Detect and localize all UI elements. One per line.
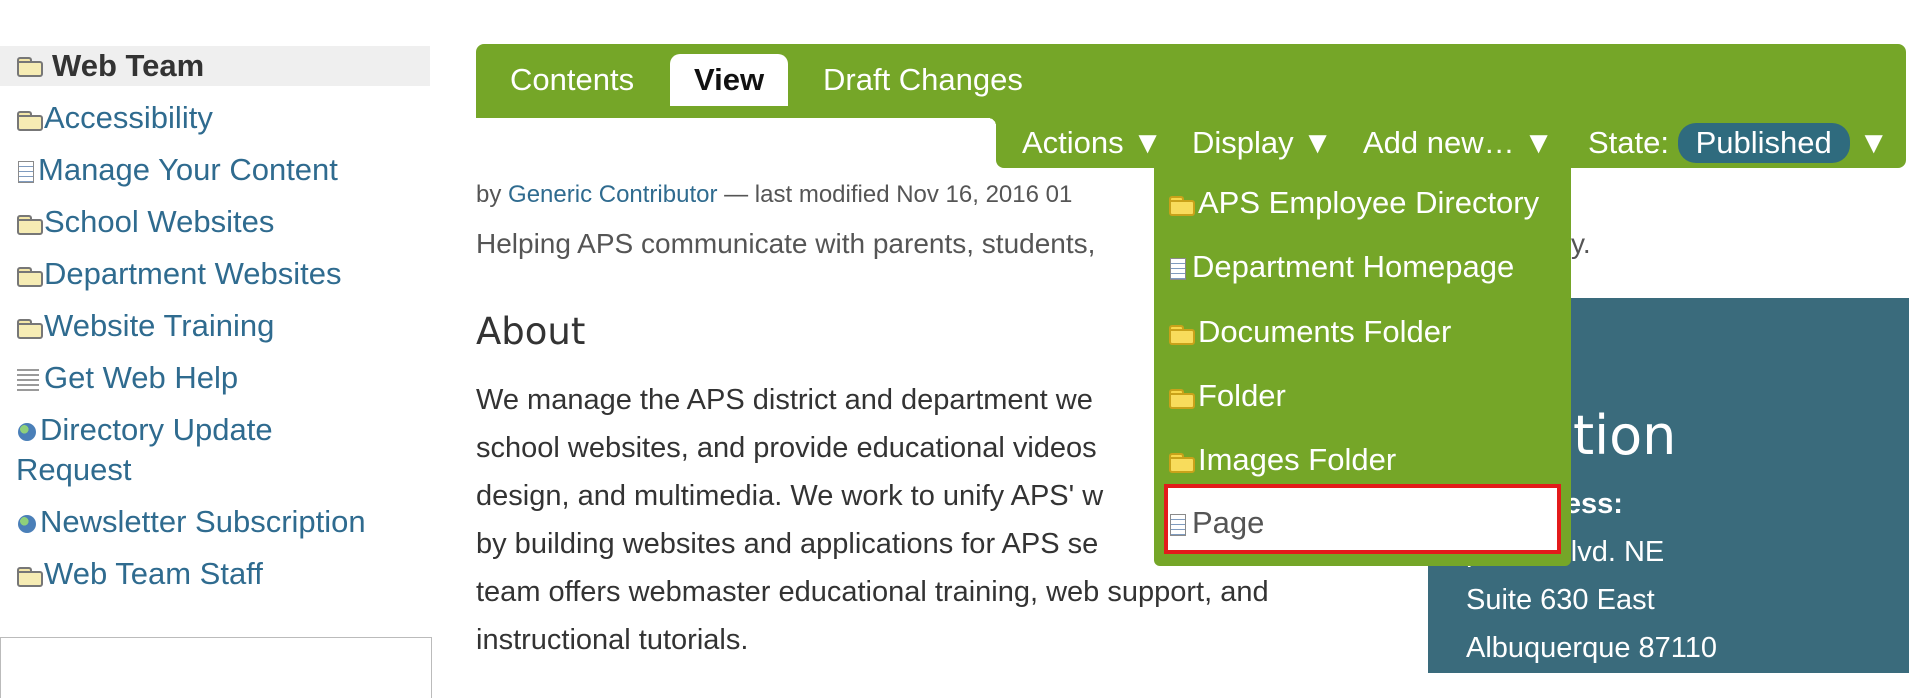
address-line: Suite 630 East <box>1466 584 1655 616</box>
sidebar-item-label[interactable]: Web Team Staff <box>44 556 263 591</box>
sidebar-item-label[interactable]: Newsletter Subscription <box>40 504 366 539</box>
tab-contents[interactable]: Contents <box>486 54 658 106</box>
body-line: instructional tutorials. <box>476 624 749 656</box>
sidebar-item-label[interactable]: Manage Your Content <box>38 152 338 187</box>
body-line: team offers webmaster educational traini… <box>476 576 1269 608</box>
sidebar-item-school-websites[interactable]: School Websites <box>0 202 430 242</box>
page-icon <box>1168 513 1188 537</box>
sidebar-item-label[interactable]: Accessibility <box>44 100 213 135</box>
tab-view[interactable]: View <box>670 54 789 106</box>
page-icon <box>1168 257 1188 281</box>
chevron-down-icon: ▼ <box>1858 125 1890 160</box>
form-icon <box>16 367 42 393</box>
sidebar-item-get-web-help[interactable]: Get Web Help <box>0 358 430 398</box>
sidebar-item-label[interactable]: Website Training <box>44 308 274 343</box>
add-new-dropdown-menu: APS Employee Directory Department Homepa… <box>1154 168 1571 566</box>
author-link[interactable]: Generic Contributor <box>508 181 717 208</box>
folder-icon <box>16 566 43 587</box>
menu-item-department-homepage[interactable]: Department Homepage <box>1168 241 1557 293</box>
sidebar-item-accessibility[interactable]: Accessibility <box>0 98 430 138</box>
menu-item-images-folder[interactable]: Images Folder <box>1168 434 1557 486</box>
sidebar-item-manage-your-content[interactable]: Manage Your Content <box>0 150 430 190</box>
state-menu-button[interactable]: State: Published ▼ <box>1588 118 1889 168</box>
document-description: Helping APS communicate with parents, st… <box>476 228 1096 259</box>
sidebar-item-newsletter-subscription[interactable]: Newsletter Subscription <box>0 502 430 542</box>
folder-icon <box>16 214 43 235</box>
add-new-menu-button[interactable]: Add new… ▼ <box>1363 118 1554 168</box>
sidebar-item-label[interactable]: School Websites <box>44 204 274 239</box>
byline-prefix: by <box>476 181 502 208</box>
folder-icon <box>1168 195 1195 216</box>
sidebar-navigation: Web Team Accessibility Manage Your Conte… <box>0 46 430 594</box>
page-icon <box>16 160 36 184</box>
sidebar-item-directory-update-request[interactable]: Directory Update Request <box>0 410 346 490</box>
sidebar-list: Accessibility Manage Your Content School… <box>0 98 430 594</box>
sidebar-item-web-team-staff[interactable]: Web Team Staff <box>0 554 430 594</box>
address-line: Albuquerque 87110 <box>1466 632 1718 664</box>
folder-icon <box>16 318 43 339</box>
link-icon <box>16 421 38 443</box>
display-menu-button[interactable]: Display ▼ <box>1192 118 1333 168</box>
menu-item-label: Folder <box>1198 378 1286 413</box>
sidebar-item-label[interactable]: Department Websites <box>44 256 342 291</box>
menu-item-label: Department Homepage <box>1192 249 1515 284</box>
link-icon <box>16 513 38 535</box>
tab-draft-changes[interactable]: Draft Changes <box>799 54 1047 106</box>
menu-item-label: APS Employee Directory <box>1198 185 1540 220</box>
menu-item-label: Documents Folder <box>1198 314 1452 349</box>
menu-item-folder[interactable]: Folder <box>1168 370 1557 422</box>
menu-item-page[interactable]: Page <box>1164 484 1561 554</box>
state-label: State: <box>1588 125 1669 160</box>
folder-icon <box>16 110 43 131</box>
folder-icon <box>1168 324 1195 345</box>
edit-bar-menus: Actions ▼ Display ▼ Add new… ▼ State: Pu… <box>988 118 1906 168</box>
folder-icon <box>1168 388 1195 409</box>
sidebar-current-label: Web Team <box>52 48 205 83</box>
sidebar-item-website-training[interactable]: Website Training <box>0 306 430 346</box>
menu-item-label: Images Folder <box>1198 442 1397 477</box>
document-description-tail: y. <box>1571 228 1591 259</box>
folder-icon <box>1168 452 1195 473</box>
actions-menu-button[interactable]: Actions ▼ <box>1022 118 1163 168</box>
folder-icon <box>16 57 43 77</box>
state-badge: Published <box>1677 122 1850 163</box>
sidebar-current-section[interactable]: Web Team <box>0 46 430 86</box>
edit-bar: Contents View Draft Changes <box>476 44 1906 118</box>
menu-item-label: Page <box>1192 505 1265 540</box>
menu-item-documents-folder[interactable]: Documents Folder <box>1168 306 1557 358</box>
sidebar-portlet-box <box>0 637 432 698</box>
sidebar-item-department-websites[interactable]: Department Websites <box>0 254 430 294</box>
sidebar-item-label[interactable]: Get Web Help <box>44 360 238 395</box>
menu-item-aps-employee-directory[interactable]: APS Employee Directory <box>1168 177 1557 229</box>
sidebar-item-label[interactable]: Directory Update Request <box>16 412 273 487</box>
folder-icon <box>16 266 43 287</box>
about-heading: About <box>476 310 586 353</box>
modified-date: — last modified Nov 16, 2016 01 <box>724 181 1073 208</box>
document-byline: by Generic Contributor — last modified N… <box>476 181 1072 209</box>
